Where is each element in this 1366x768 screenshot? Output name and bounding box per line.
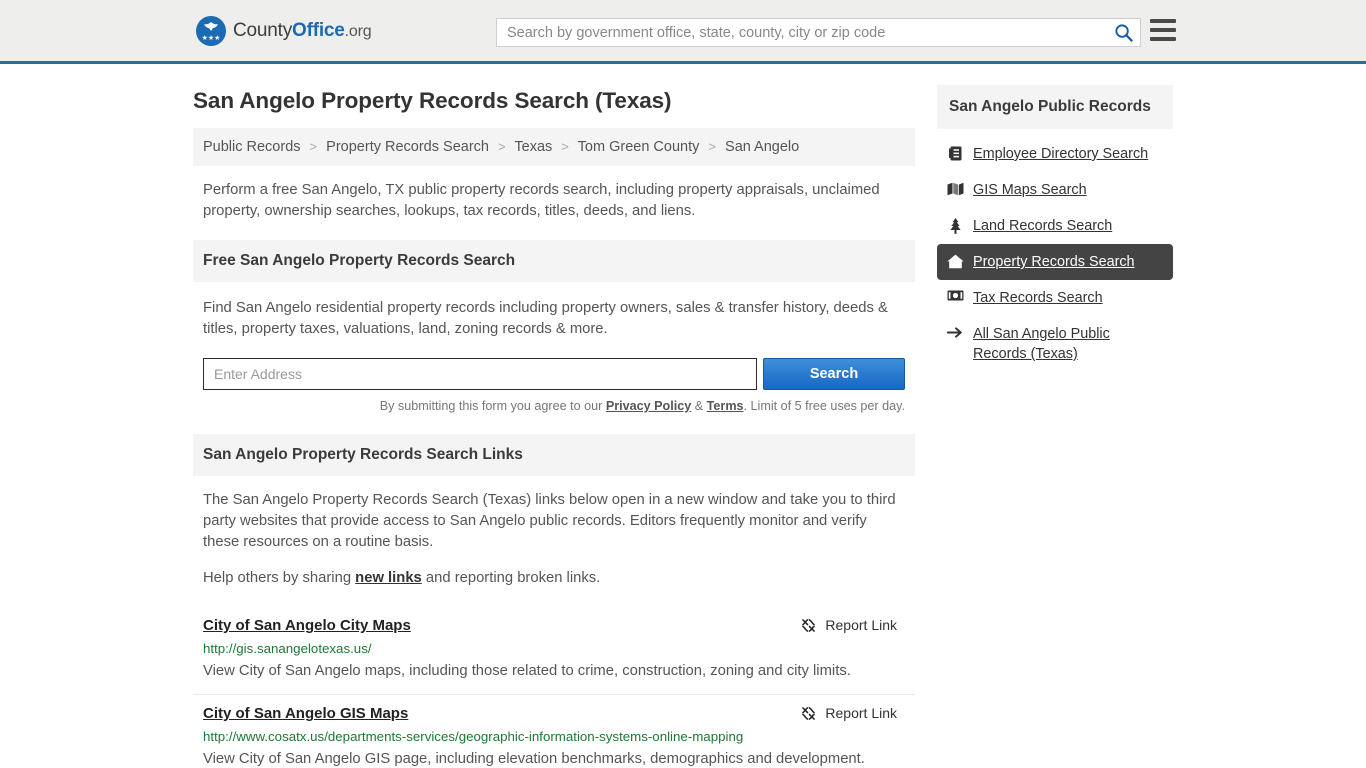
breadcrumb-item-property-records-search[interactable]: Property Records Search xyxy=(326,139,489,155)
eagle-icon xyxy=(204,21,218,31)
result-url: http://www.cosatx.us/departments-service… xyxy=(203,729,744,744)
map-icon xyxy=(947,182,964,196)
hamburger-bar xyxy=(1150,19,1176,23)
terms-link[interactable]: Terms xyxy=(707,399,744,413)
content-container: San Angelo Property Records Search (Texa… xyxy=(193,64,1173,768)
sidebar-item-label: Property Records Search xyxy=(973,254,1135,270)
sidebar-item-label: All San Angelo Public Records (Texas) xyxy=(973,326,1110,362)
help-suffix: and reporting broken links. xyxy=(421,570,601,586)
sidebar-item-property-records-search[interactable]: Property Records Search xyxy=(937,244,1173,280)
page-title: San Angelo Property Records Search (Texa… xyxy=(193,88,672,113)
intro-paragraph: Perform a free San Angelo, TX public pro… xyxy=(203,182,880,219)
report-link-label: Report Link xyxy=(825,617,897,633)
arrow-right-icon xyxy=(947,326,964,339)
address-search-button[interactable]: Search xyxy=(763,358,905,390)
sidebar-item-label: Land Records Search xyxy=(973,218,1113,234)
links-section-heading: San Angelo Property Records Search Links xyxy=(193,434,915,476)
result-description: View City of San Angelo maps, including … xyxy=(203,663,851,679)
result-description: View City of San Angelo GIS page, includ… xyxy=(203,751,865,767)
form-disclaimer: By submitting this form you agree to our… xyxy=(203,399,905,413)
brand-county: County xyxy=(233,19,293,41)
hamburger-bar xyxy=(1150,37,1176,41)
broken-link-icon xyxy=(802,706,816,720)
breadcrumb-item-san-angelo[interactable]: San Angelo xyxy=(725,139,799,155)
main-column: San Angelo Property Records Search (Texa… xyxy=(193,64,915,768)
search-input[interactable] xyxy=(497,24,1106,41)
broken-link-icon xyxy=(802,618,816,632)
result-url: http://gis.sanangelotexas.us/ xyxy=(203,641,372,656)
brand-text: CountyOffice.org xyxy=(233,19,372,42)
brand-org: .org xyxy=(344,22,372,40)
site-logo[interactable]: ★★★ CountyOffice.org xyxy=(196,15,372,46)
sidebar-item-employee-directory-search[interactable]: Employee Directory Search xyxy=(937,136,1173,172)
help-prefix: Help others by sharing xyxy=(203,570,356,586)
result-header: City of San Angelo GIS Maps Report Link xyxy=(203,705,905,722)
sidebar-item-gis-maps-search[interactable]: GIS Maps Search xyxy=(937,172,1173,208)
sidebar-list: Employee Directory Search GIS Maps Searc… xyxy=(937,136,1173,372)
result-title-link[interactable]: City of San Angelo City Maps xyxy=(203,617,411,634)
result-title-link[interactable]: City of San Angelo GIS Maps xyxy=(203,705,408,722)
help-others-text: Help others by sharing new links and rep… xyxy=(193,557,915,593)
stars-icon: ★★★ xyxy=(201,34,221,42)
site-header: ★★★ CountyOffice.org xyxy=(0,0,1366,64)
breadcrumb-item-texas[interactable]: Texas xyxy=(514,139,552,155)
sidebar-item-label: GIS Maps Search xyxy=(973,182,1087,198)
sidebar-item-all-public-records[interactable]: All San Angelo Public Records (Texas) xyxy=(937,316,1173,372)
sidebar: San Angelo Public Records Employee Direc… xyxy=(937,64,1173,768)
free-search-heading: Free San Angelo Property Records Search xyxy=(193,240,915,282)
free-search-description: Find San Angelo residential property rec… xyxy=(203,300,888,337)
home-icon xyxy=(947,254,964,269)
disclaimer-suffix: . Limit of 5 free uses per day. xyxy=(743,399,905,413)
breadcrumb-item-public-records[interactable]: Public Records xyxy=(203,139,301,155)
money-bill-icon xyxy=(947,290,964,301)
breadcrumb-separator: > xyxy=(561,139,569,154)
results-list: City of San Angelo City Maps Report Link xyxy=(193,607,915,768)
address-input[interactable] xyxy=(203,358,757,390)
result-header: City of San Angelo City Maps Report Link xyxy=(203,617,905,634)
breadcrumb-separator: > xyxy=(498,139,506,154)
countyoffice-logo-icon: ★★★ xyxy=(196,15,226,46)
breadcrumb: Public Records > Property Records Search… xyxy=(193,128,915,166)
breadcrumb-item-tom-green-county[interactable]: Tom Green County xyxy=(578,139,700,155)
address-search-form: Search xyxy=(203,358,905,390)
sidebar-item-tax-records-search[interactable]: Tax Records Search xyxy=(937,280,1173,316)
breadcrumb-separator: > xyxy=(708,139,716,154)
sidebar-item-land-records-search[interactable]: Land Records Search xyxy=(937,208,1173,244)
hamburger-bar xyxy=(1150,28,1176,32)
brand-office: Office xyxy=(292,19,345,41)
report-link-button[interactable]: Report Link xyxy=(801,705,905,721)
sidebar-item-label: Tax Records Search xyxy=(973,290,1103,306)
hamburger-menu-icon[interactable] xyxy=(1150,19,1176,41)
result-item: City of San Angelo GIS Maps Report Link xyxy=(193,694,915,768)
page-body: San Angelo Property Records Search (Texa… xyxy=(0,64,1366,768)
sidebar-heading: San Angelo Public Records xyxy=(937,85,1173,129)
global-search-bar[interactable] xyxy=(496,18,1141,47)
new-links-link[interactable]: new links xyxy=(355,570,422,586)
report-link-label: Report Link xyxy=(825,705,897,721)
sidebar-item-label: Employee Directory Search xyxy=(973,146,1149,162)
disclaimer-prefix: By submitting this form you agree to our xyxy=(379,399,606,413)
links-section-paragraph: The San Angelo Property Records Search (… xyxy=(203,492,896,550)
search-icon xyxy=(1114,24,1133,42)
privacy-policy-link[interactable]: Privacy Policy xyxy=(606,399,691,413)
disclaimer-amp: & xyxy=(691,399,707,413)
breadcrumb-separator: > xyxy=(309,139,318,154)
address-book-icon xyxy=(947,146,964,161)
report-link-button[interactable]: Report Link xyxy=(801,617,905,633)
tree-icon xyxy=(947,218,964,234)
result-item: City of San Angelo City Maps Report Link xyxy=(193,607,915,694)
search-submit-button[interactable] xyxy=(1106,19,1140,46)
